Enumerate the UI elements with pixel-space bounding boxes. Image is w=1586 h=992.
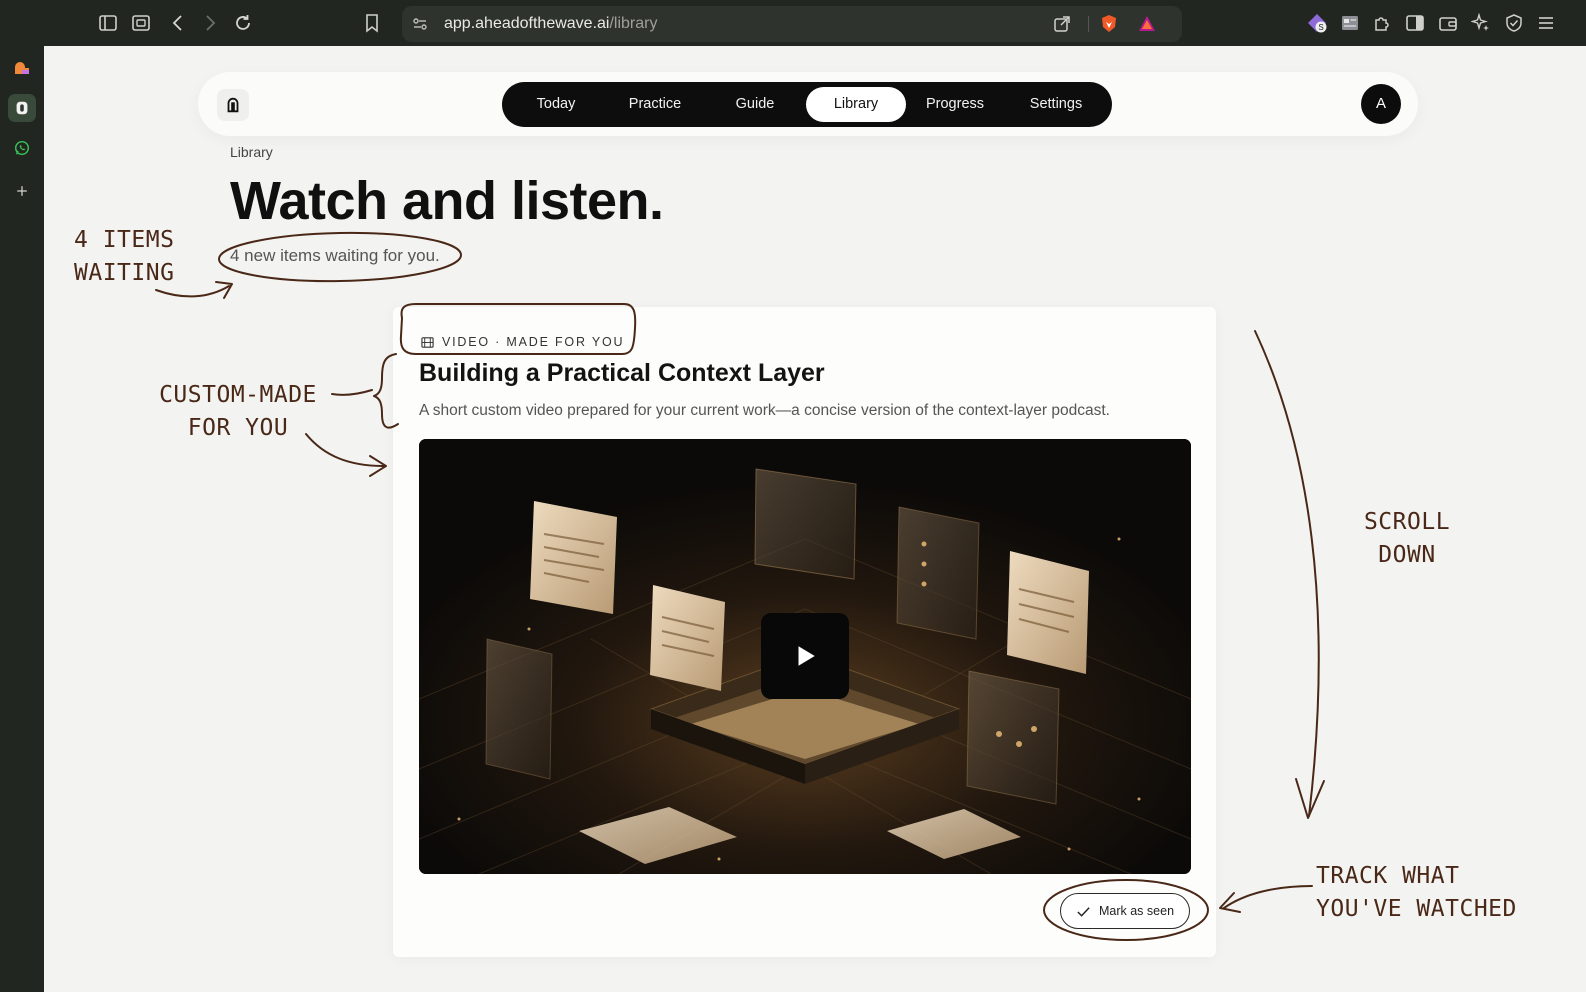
page-title: Watch and listen. xyxy=(230,171,664,231)
reader-extension-icon[interactable] xyxy=(1338,11,1362,35)
annotation-line: waiting xyxy=(74,260,175,286)
tab-library[interactable]: Library xyxy=(806,87,906,122)
url-text: app.aheadofthewave.ai/library xyxy=(444,6,657,42)
annotation-track-watched: Track what you've watched xyxy=(1316,860,1526,926)
extensions-puzzle-icon[interactable] xyxy=(1370,11,1394,35)
breadcrumb: Library xyxy=(230,144,273,160)
reload-icon[interactable] xyxy=(231,11,255,35)
leo-ai-icon[interactable] xyxy=(1469,11,1493,35)
menu-icon[interactable] xyxy=(1534,11,1558,35)
address-bar[interactable]: app.aheadofthewave.ai/library xyxy=(402,6,1182,42)
url-path: /library xyxy=(609,15,658,32)
items-waiting-subtitle: 4 new items waiting for you. xyxy=(230,246,440,265)
annotation-items-waiting: 4 items waiting xyxy=(74,224,174,290)
forward-icon[interactable] xyxy=(198,11,222,35)
card-title: Building a Practical Context Layer xyxy=(419,359,825,387)
play-icon xyxy=(798,646,815,666)
nav-tabs: Today Practice Guide Library Progress Se… xyxy=(502,82,1112,127)
site-settings-icon[interactable] xyxy=(408,12,432,36)
browser-toolbar: app.aheadofthewave.ai/library S xyxy=(0,0,1586,46)
url-host: app.aheadofthewave.ai xyxy=(444,15,610,32)
annotation-scroll-down: Scroll down xyxy=(1352,506,1462,572)
app-shortcut-pinned-icon[interactable] xyxy=(8,94,36,122)
tab-overview-icon[interactable] xyxy=(129,11,153,35)
card-tag-label: Video · Made for you xyxy=(442,335,625,349)
annotation-line: Scroll xyxy=(1363,509,1451,535)
tab-practice[interactable]: Practice xyxy=(606,87,704,122)
brave-shields-icon[interactable] xyxy=(1097,12,1121,36)
annotation-line: down xyxy=(1378,542,1436,568)
video-player[interactable] xyxy=(419,439,1191,874)
back-icon[interactable] xyxy=(166,11,190,35)
play-button[interactable] xyxy=(761,613,849,699)
bookmark-icon[interactable] xyxy=(360,11,384,35)
user-avatar[interactable]: A xyxy=(1361,84,1401,124)
app-logo-icon[interactable] xyxy=(217,89,249,121)
whatsapp-icon[interactable] xyxy=(8,134,36,162)
tab-settings[interactable]: Settings xyxy=(1006,87,1106,122)
tab-today[interactable]: Today xyxy=(507,87,605,122)
mark-as-seen-label: Mark as seen xyxy=(1098,904,1175,918)
video-card: Video · Made for you Building a Practica… xyxy=(393,307,1216,957)
annotation-line: 4 items xyxy=(74,227,175,253)
film-icon xyxy=(421,336,434,348)
browser-side-rail xyxy=(0,46,44,992)
wallet-icon[interactable] xyxy=(1436,11,1460,35)
add-shortcut-icon[interactable] xyxy=(8,177,36,205)
checkmark-icon xyxy=(1077,906,1090,917)
svg-text:S: S xyxy=(1318,23,1323,32)
card-tag: Video · Made for you xyxy=(421,335,624,349)
tab-guide[interactable]: Guide xyxy=(706,87,804,122)
page-viewport: Today Practice Guide Library Progress Se… xyxy=(44,46,1586,992)
mark-as-seen-button[interactable]: Mark as seen xyxy=(1060,893,1190,929)
annotation-line: you've watched xyxy=(1316,896,1517,922)
sidebar-panel-icon[interactable] xyxy=(1403,11,1427,35)
brave-rewards-icon[interactable] xyxy=(1135,12,1159,36)
sidebar-toggle-icon[interactable] xyxy=(96,11,120,35)
share-icon[interactable] xyxy=(1050,12,1074,36)
vpn-shield-icon[interactable] xyxy=(1502,11,1526,35)
app-shortcut-orange-icon[interactable] xyxy=(8,54,36,82)
annotation-line: Custom-made xyxy=(159,382,317,408)
url-divider xyxy=(1088,16,1089,32)
card-description: A short custom video prepared for your c… xyxy=(419,402,1110,419)
annotation-custom-made: Custom-made for you xyxy=(158,379,318,445)
app-navbar: Today Practice Guide Library Progress Se… xyxy=(198,72,1418,136)
tab-progress[interactable]: Progress xyxy=(906,87,1004,122)
annotation-line: Track what xyxy=(1316,863,1460,889)
extension-s-icon[interactable]: S xyxy=(1305,11,1329,35)
annotation-line: for you xyxy=(187,415,289,441)
